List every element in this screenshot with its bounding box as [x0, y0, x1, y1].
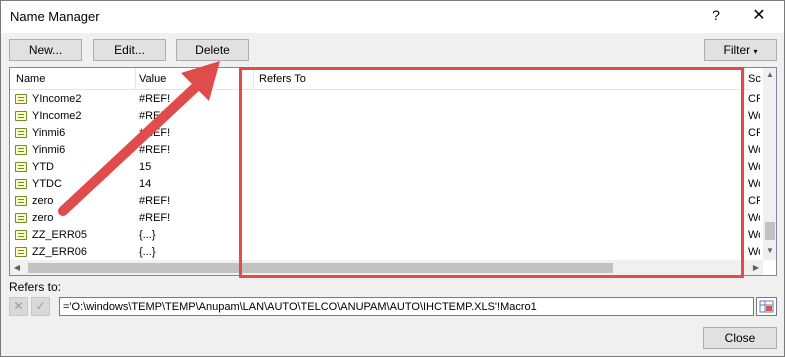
name-cell: zero	[32, 212, 54, 224]
close-button-label: Close	[724, 331, 756, 345]
value-cell: #REF!	[139, 93, 171, 105]
value-cell: #REF!	[139, 127, 171, 139]
name-cell: Yinmi6	[32, 144, 66, 156]
named-range-icon	[15, 162, 27, 172]
range-selector-icon	[759, 300, 774, 313]
list-item[interactable]: ZZ_ERR06 {...} Wo	[10, 244, 760, 261]
refers-to-input[interactable]	[59, 297, 754, 316]
names-list[interactable]: Name Value Refers To Sc YIncome2#REF!CFY…	[9, 67, 777, 276]
dropdown-caret-icon: ▾	[753, 47, 758, 56]
named-range-icon	[15, 196, 27, 206]
delete-button[interactable]: Delete	[176, 39, 249, 61]
scope-cell: CF	[748, 93, 760, 105]
vertical-scroll-thumb[interactable]	[765, 222, 775, 240]
list-item[interactable]: zero #REF! CF	[10, 193, 760, 210]
scroll-down-icon[interactable]: ▼	[763, 244, 776, 258]
scroll-left-icon[interactable]: ◀	[10, 261, 24, 275]
name-cell: YIncome2	[32, 110, 82, 122]
value-cell: #REF!	[139, 110, 171, 122]
vertical-scrollbar[interactable]: ▲ ▼	[763, 68, 776, 260]
value-cell: 15	[139, 161, 152, 173]
column-header-name[interactable]: Name	[16, 73, 45, 85]
name-cell: zero	[32, 195, 54, 207]
scope-cell: Wo	[748, 178, 760, 190]
delete-button-label: Delete	[195, 43, 230, 57]
list-item[interactable]: YIncome2 #REF! Wo	[10, 108, 760, 125]
name-cell: ZZ_ERR05	[32, 229, 88, 241]
horizontal-scroll-thumb[interactable]	[28, 263, 613, 273]
value-cell: {...}	[139, 246, 156, 258]
new-button-label: New...	[28, 43, 63, 57]
scroll-right-icon[interactable]: ▶	[749, 261, 763, 275]
value-cell: #REF!	[139, 212, 171, 224]
range-selector-button[interactable]	[756, 297, 777, 316]
scope-cell: Wo	[748, 229, 760, 241]
cancel-edit-icon[interactable]: ✕	[9, 297, 28, 316]
list-header: Name Value Refers To Sc	[10, 68, 761, 90]
named-range-icon	[15, 213, 27, 223]
edit-button-label: Edit...	[114, 43, 145, 57]
named-range-icon	[15, 230, 27, 240]
value-cell: {...}	[139, 229, 156, 241]
named-range-icon	[15, 111, 27, 121]
column-divider[interactable]	[744, 68, 745, 90]
window-title: Name Manager	[10, 9, 100, 24]
filter-button[interactable]: Filter ▾	[704, 39, 777, 61]
name-cell: ZZ_ERR06	[32, 246, 88, 258]
scope-cell: Wo	[748, 246, 760, 258]
named-range-icon	[15, 179, 27, 189]
scope-cell: Wo	[748, 161, 760, 173]
named-range-icon	[15, 128, 27, 138]
scope-cell: CF	[748, 195, 760, 207]
confirm-edit-icon[interactable]: ✓	[31, 297, 50, 316]
value-cell: 14	[139, 178, 152, 190]
scope-cell: CF	[748, 127, 760, 139]
list-item[interactable]: Yinmi6 #REF! Wo	[10, 142, 760, 159]
list-item[interactable]: Yinmi6 #REF! CF	[10, 125, 760, 142]
help-button[interactable]: ?	[708, 7, 724, 27]
scroll-up-icon[interactable]: ▲	[763, 68, 776, 82]
close-button[interactable]: Close	[703, 327, 777, 349]
name-cell: YIncome2	[32, 93, 82, 105]
title-bar: Name Manager ? ✕	[1, 1, 784, 33]
list-item[interactable]: YTD 15 Wo	[10, 159, 760, 176]
new-button[interactable]: New...	[9, 39, 82, 61]
horizontal-scrollbar[interactable]: ◀ ▶	[10, 260, 763, 275]
edit-button[interactable]: Edit...	[93, 39, 166, 61]
named-range-icon	[15, 94, 27, 104]
name-cell: YTDC	[32, 178, 62, 190]
name-cell: YTD	[32, 161, 54, 173]
value-cell: #REF!	[139, 195, 171, 207]
list-item[interactable]: zero #REF! Wo	[10, 210, 760, 227]
column-header-value[interactable]: Value	[139, 73, 166, 85]
filter-button-label: Filter	[723, 43, 751, 57]
named-range-icon	[15, 247, 27, 257]
list-item[interactable]: YIncome2 #REF! CF	[10, 91, 760, 108]
scope-cell: Wo	[748, 144, 760, 156]
named-range-icon	[15, 145, 27, 155]
scope-cell: Wo	[748, 212, 760, 224]
list-item[interactable]: ZZ_ERR05 {...} Wo	[10, 227, 760, 244]
column-header-scope[interactable]: Sc	[748, 73, 762, 85]
close-icon[interactable]: ✕	[743, 2, 775, 30]
name-cell: Yinmi6	[32, 127, 66, 139]
value-cell: #REF!	[139, 144, 171, 156]
column-divider[interactable]	[253, 68, 254, 90]
refers-to-label: Refers to:	[9, 280, 62, 294]
list-item[interactable]: YTDC 14 Wo	[10, 176, 760, 193]
scope-cell: Wo	[748, 110, 760, 122]
name-manager-dialog: Name Manager ? ✕ New... Edit... Delete F…	[0, 0, 785, 357]
column-divider[interactable]	[135, 68, 136, 90]
column-header-refers-to[interactable]: Refers To	[259, 73, 306, 85]
